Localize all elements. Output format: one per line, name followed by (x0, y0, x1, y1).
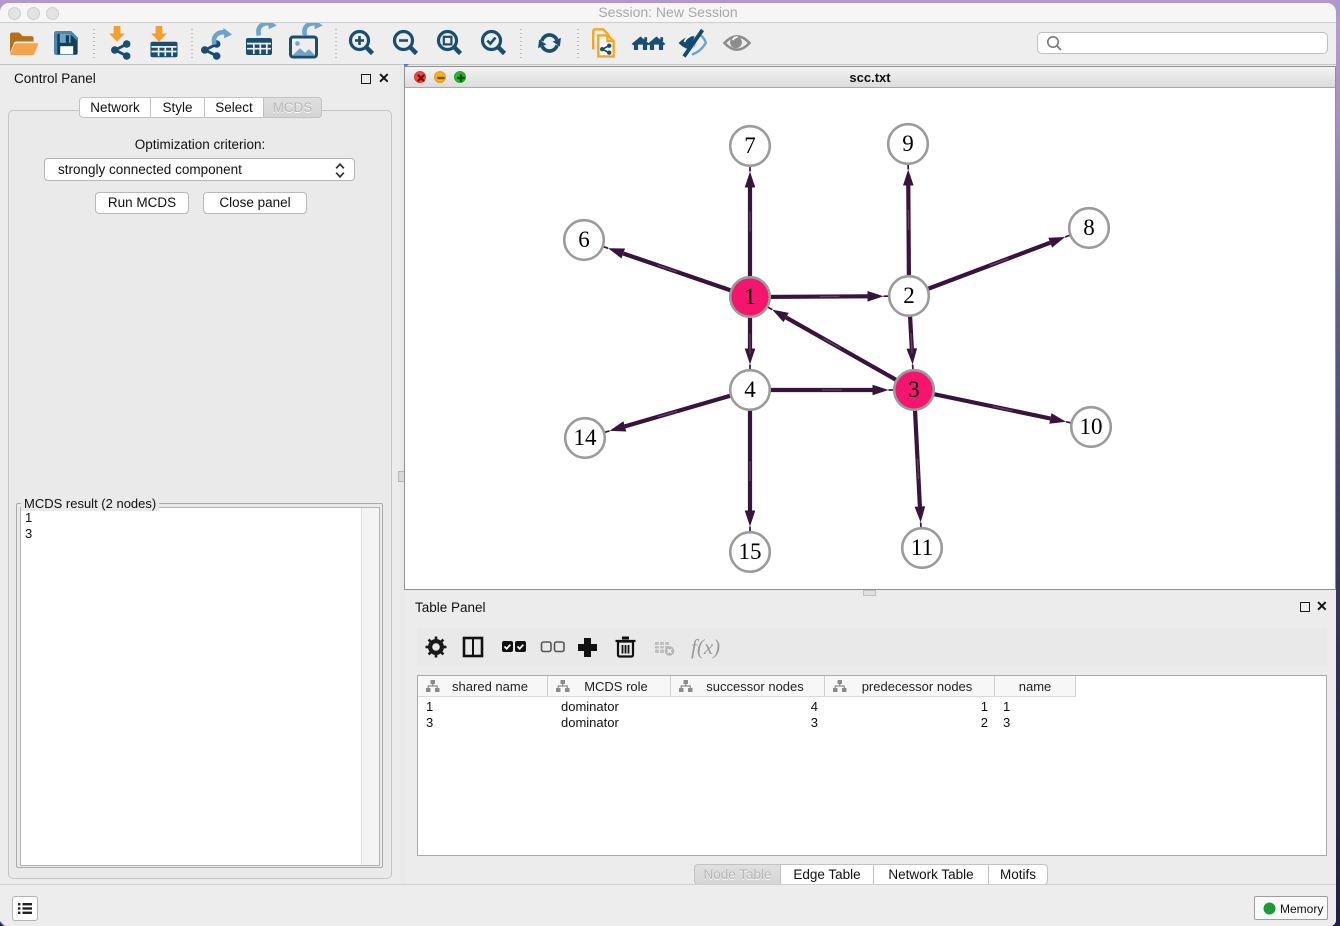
svg-text:14: 14 (574, 425, 598, 450)
svg-text:predecessor nodes: predecessor nodes (862, 679, 973, 694)
svg-text:f(x): f(x) (691, 635, 720, 659)
svg-text:MCDS role: MCDS role (584, 679, 648, 694)
svg-text:1: 1 (426, 699, 433, 714)
svg-text:4: 4 (744, 377, 756, 402)
svg-text:2: 2 (981, 715, 988, 730)
svg-text:name: name (1019, 679, 1052, 694)
svg-text:3: 3 (426, 715, 433, 730)
svg-text:3: 3 (908, 377, 920, 402)
svg-text:dominator: dominator (561, 715, 619, 730)
svg-text:shared name: shared name (452, 679, 528, 694)
svg-text:1: 1 (1003, 699, 1010, 714)
svg-text:8: 8 (1083, 215, 1095, 240)
svg-text:9: 9 (902, 131, 914, 156)
svg-text:3: 3 (1003, 715, 1010, 730)
svg-text:4: 4 (811, 699, 818, 714)
svg-text:dominator: dominator (561, 699, 619, 714)
svg-text:successor nodes: successor nodes (706, 679, 804, 694)
svg-text:1: 1 (744, 284, 756, 309)
svg-text:3: 3 (811, 715, 818, 730)
svg-text:7: 7 (744, 133, 756, 158)
svg-text:1: 1 (981, 699, 988, 714)
svg-text:2: 2 (903, 283, 915, 308)
svg-text:15: 15 (739, 539, 762, 564)
svg-text:11: 11 (911, 535, 933, 560)
svg-text:6: 6 (578, 227, 590, 252)
svg-text:10: 10 (1080, 414, 1103, 439)
